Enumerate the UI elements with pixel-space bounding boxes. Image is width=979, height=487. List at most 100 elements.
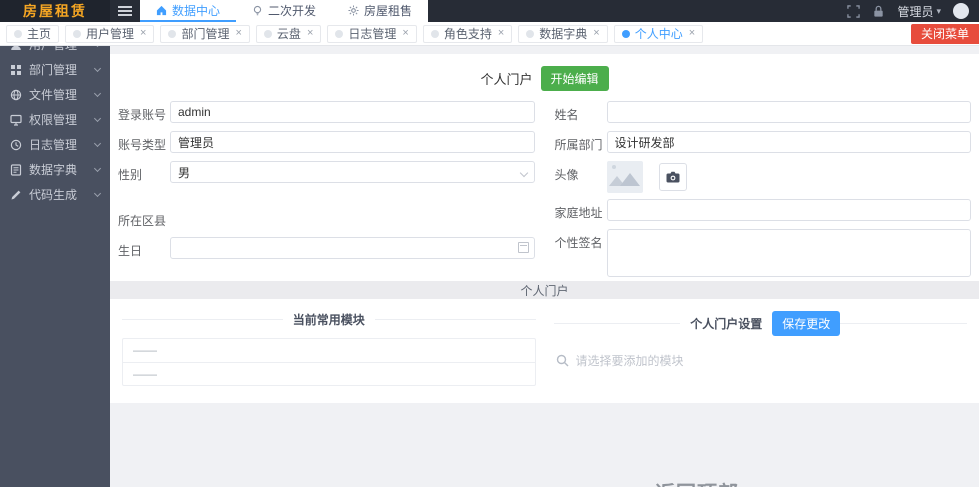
section-bar-title: 个人门户 [520, 283, 569, 298]
module-list-item[interactable]: —— [123, 339, 535, 362]
chevron-down-icon [93, 64, 102, 72]
pencil-icon [11, 190, 21, 199]
sidebar-item-label: 权限管理 [29, 113, 78, 127]
top-bar-right: 管理员 ▾ [847, 0, 979, 22]
top-nav-label: 房屋租售 [364, 3, 413, 18]
portal-settings-panel: 个人门户设置 保存更改 请选择要添加的模块 [553, 311, 968, 386]
close-icon[interactable]: × [306, 28, 313, 39]
login-account-input[interactable] [170, 101, 535, 123]
tab-label: 用户管理 [86, 27, 135, 41]
tab-role-support[interactable]: 角色支持 × [422, 24, 513, 43]
sidebar-item-data-dict[interactable]: 数据字典 [0, 157, 110, 182]
tab-dot [73, 29, 82, 38]
account-type-input[interactable] [170, 131, 535, 153]
tab-dot [263, 29, 272, 38]
birthday-input[interactable] [170, 237, 535, 259]
tab-dot [526, 29, 535, 38]
address-input[interactable] [606, 199, 971, 221]
tab-label: 日志管理 [348, 27, 397, 41]
sidebar: 用户管理 部门管理 文件管理 权限管理 日志管理 数据字典 代码生成 [0, 22, 110, 487]
tab-dept-mgmt[interactable]: 部门管理 × [160, 24, 250, 43]
module-search-placeholder: 请选择要添加的模块 [575, 354, 684, 368]
fullscreen-icon[interactable] [847, 4, 861, 18]
sidebar-item-file-mgmt[interactable]: 文件管理 [0, 82, 110, 107]
user-menu[interactable]: 管理员 ▾ [897, 3, 941, 20]
close-icon[interactable]: × [688, 28, 695, 39]
dept-input[interactable] [606, 131, 971, 153]
search-icon [556, 354, 568, 367]
avatar[interactable] [953, 3, 969, 19]
avatar-placeholder-image [606, 161, 643, 193]
save-changes-button[interactable]: 保存更改 [772, 311, 841, 336]
home-icon [156, 5, 167, 15]
personal-portal-card: 个人门户 开始编辑 登录账号 账号类型 性别 [110, 54, 979, 281]
top-nav: 数据中心 二次开发 房屋租售 [140, 0, 429, 22]
county-label: 所在区县 [118, 214, 167, 228]
sidebar-item-label: 部门管理 [29, 63, 78, 77]
gear-icon [348, 4, 359, 16]
tab-data-dict[interactable]: 数据字典 × [518, 24, 608, 43]
tab-personal-center[interactable]: 个人中心 × [613, 24, 704, 43]
sidebar-item-label: 数据字典 [29, 163, 78, 177]
tab-label: 云盘 [276, 27, 301, 41]
gender-select[interactable] [170, 161, 535, 183]
caret-down-icon: ▾ [936, 5, 941, 16]
tab-label: 个人中心 [634, 27, 683, 41]
module-list: —— —— [122, 338, 536, 386]
main-content: 个人门户 开始编辑 登录账号 账号类型 性别 [110, 46, 979, 487]
close-icon[interactable]: × [592, 28, 599, 39]
close-menu-button[interactable]: 关闭菜单 [910, 23, 979, 44]
close-icon[interactable]: × [234, 28, 241, 39]
module-list-item[interactable]: —— [123, 362, 535, 385]
county-input[interactable] [170, 207, 535, 229]
dict-icon [10, 163, 22, 176]
lock-icon[interactable] [872, 5, 885, 18]
tab-cloud-disk[interactable]: 云盘 × [255, 24, 322, 43]
close-icon[interactable]: × [401, 28, 408, 39]
close-icon[interactable]: × [497, 28, 504, 39]
sidebar-item-label: 代码生成 [29, 188, 78, 202]
camera-icon [666, 171, 680, 183]
top-nav-label: 数据中心 [172, 3, 221, 18]
globe-icon [10, 89, 22, 100]
start-edit-button[interactable]: 开始编辑 [540, 66, 609, 91]
upload-avatar-button[interactable] [658, 163, 687, 191]
birthday-label: 生日 [118, 244, 143, 258]
name-label: 姓名 [554, 108, 579, 122]
monitor-icon [10, 114, 22, 126]
tab-log-mgmt[interactable]: 日志管理 × [327, 24, 417, 43]
tab-label: 部门管理 [181, 27, 230, 41]
chevron-down-icon [93, 139, 102, 147]
chevron-down-icon [93, 114, 102, 122]
dept-label: 所属部门 [554, 138, 603, 152]
top-nav-label: 二次开发 [268, 3, 317, 18]
watermark-text: 返回顶部 [655, 477, 739, 487]
module-search[interactable]: 请选择要添加的模块 [554, 352, 968, 369]
menu-toggle-icon[interactable] [110, 0, 140, 22]
current-modules-title: 当前常用模块 [292, 313, 365, 327]
sidebar-item-permission-mgmt[interactable]: 权限管理 [0, 107, 110, 132]
portal-settings-title: 个人门户设置 [690, 317, 763, 331]
signature-textarea[interactable] [606, 229, 971, 277]
top-nav-secondary-dev[interactable]: 二次开发 [236, 0, 332, 22]
gender-label: 性别 [118, 168, 143, 182]
sidebar-item-log-mgmt[interactable]: 日志管理 [0, 132, 110, 157]
username: 管理员 [897, 4, 934, 19]
tab-label: 数据字典 [539, 27, 588, 41]
tab-home[interactable]: 主页 [6, 24, 60, 43]
top-nav-data-center[interactable]: 数据中心 [140, 0, 237, 22]
bulb-icon [253, 5, 262, 15]
chevron-down-icon [93, 89, 102, 97]
tab-label: 角色支持 [443, 27, 492, 41]
calendar-icon[interactable] [517, 242, 529, 253]
account-type-label: 账号类型 [118, 138, 167, 152]
tab-dot [430, 29, 439, 38]
tab-user-mgmt[interactable]: 用户管理 × [65, 24, 155, 43]
tab-dot [14, 29, 22, 38]
close-icon[interactable]: × [139, 28, 146, 39]
top-nav-house-rent[interactable]: 房屋租售 [332, 0, 428, 22]
sidebar-item-code-gen[interactable]: 代码生成 [0, 182, 110, 207]
name-input[interactable] [606, 101, 971, 123]
page-tab-bar: 主页 用户管理 × 部门管理 × 云盘 × 日志管理 × 角色支持 × 数据字典… [0, 22, 979, 46]
sidebar-item-dept-mgmt[interactable]: 部门管理 [0, 57, 110, 82]
